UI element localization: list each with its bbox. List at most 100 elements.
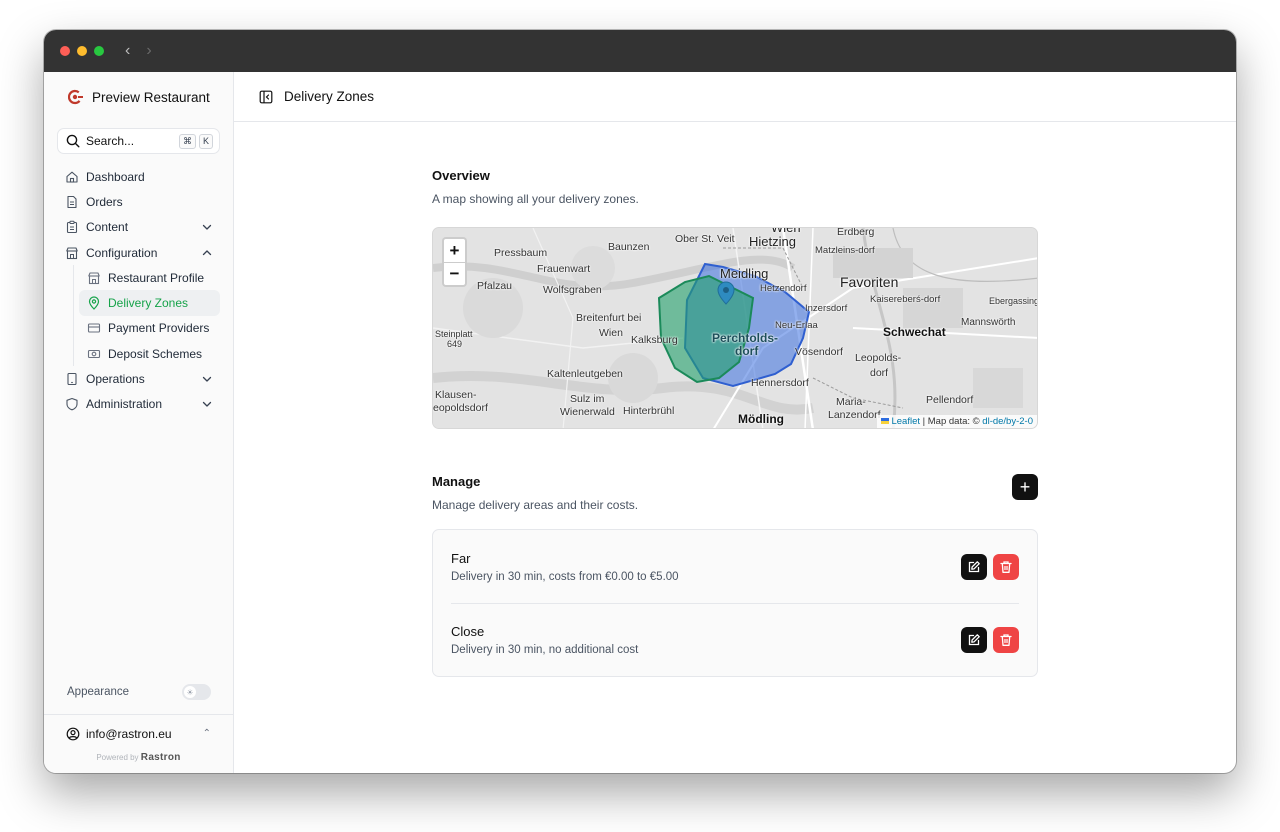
- map-pin-icon: [88, 296, 100, 310]
- sidebar-item-content[interactable]: Content: [57, 215, 220, 240]
- account-menu[interactable]: info@rastron.eu ⌃: [44, 714, 233, 752]
- map-label: 649: [447, 339, 463, 349]
- sidebar-toggle-icon[interactable]: [259, 90, 273, 104]
- close-window-button[interactable]: [60, 46, 70, 56]
- chevron-up-icon: [202, 249, 212, 255]
- store-icon: [66, 246, 78, 259]
- page-title: Delivery Zones: [284, 89, 375, 104]
- sidebar-footer: Appearance ☀ info@rastron.eu ⌃ Powered b…: [44, 678, 233, 773]
- map-label: Pfalzau: [477, 280, 513, 292]
- sidebar-item-operations[interactable]: Operations: [57, 366, 220, 391]
- forward-arrow-icon[interactable]: ›: [146, 43, 151, 59]
- restaurant-logo-icon: [68, 89, 83, 105]
- map-label: Meidling: [720, 266, 769, 281]
- home-icon: [66, 171, 78, 183]
- sidebar-item-orders[interactable]: Orders: [57, 189, 220, 214]
- zones-list: Far Delivery in 30 min, costs from €0.00…: [432, 529, 1038, 677]
- map-label: Vösendorf: [795, 346, 843, 358]
- map-label: Erdberg: [837, 227, 875, 238]
- list-item: Far Delivery in 30 min, costs from €0.00…: [451, 530, 1019, 603]
- file-icon: [67, 195, 77, 208]
- banknote-icon: [87, 349, 101, 358]
- sun-icon: ☀: [184, 686, 196, 698]
- sidebar-item-delivery-zones[interactable]: Delivery Zones: [79, 290, 220, 316]
- delete-zone-button[interactable]: [993, 627, 1019, 653]
- delivery-zones-map[interactable]: Wien Ober St. Veit Hietzing Erdberg Pres…: [432, 227, 1038, 429]
- account-email: info@rastron.eu: [86, 726, 172, 741]
- map-label: Mödling: [738, 412, 784, 426]
- map-label: Pressbaum: [494, 247, 548, 259]
- map-label: Ober St. Veit: [675, 233, 735, 245]
- attribution-text: | Map data: ©: [922, 416, 980, 427]
- map-label: Favoriten: [840, 274, 899, 290]
- zoom-in-button[interactable]: +: [444, 239, 465, 262]
- sidebar: Preview Restaurant Search... ⌘ K Dashboa…: [44, 72, 234, 773]
- trash-icon: [1000, 560, 1012, 573]
- sidebar-item-label: Restaurant Profile: [108, 270, 205, 285]
- add-zone-button[interactable]: +: [1012, 474, 1038, 500]
- overview-description: A map showing all your delivery zones.: [432, 192, 639, 206]
- tablet-icon: [67, 372, 77, 386]
- map-label: Mannswörth: [961, 317, 1016, 328]
- edit-icon: [968, 634, 980, 646]
- map-label: Kaltenleutgeben: [547, 368, 623, 380]
- map-label: Wienerwald: [560, 406, 615, 418]
- edit-zone-button[interactable]: [961, 553, 987, 580]
- brand-name: Preview Restaurant: [92, 89, 210, 105]
- map-label: Neu-Erlaa: [775, 320, 818, 331]
- map-label: Matzleins-dorf: [815, 245, 875, 256]
- map-label: Hennersdorf: [751, 377, 809, 389]
- map-label: Pellendorf: [926, 394, 974, 406]
- zone-name: Close: [451, 624, 485, 639]
- search-shortcut: ⌘ K: [178, 133, 213, 149]
- sidebar-item-label: Delivery Zones: [108, 296, 189, 311]
- manage-description: Manage delivery areas and their costs.: [432, 498, 639, 512]
- map-label: Hietzing: [749, 234, 796, 249]
- user-circle-icon: [66, 727, 80, 740]
- appearance-toggle[interactable]: ☀: [182, 684, 211, 700]
- back-arrow-icon[interactable]: ‹: [125, 43, 130, 59]
- map-zoom-control: + −: [442, 237, 467, 287]
- sidebar-item-administration[interactable]: Administration: [57, 392, 220, 417]
- window-titlebar: ‹ ›: [44, 30, 1236, 72]
- leaflet-link[interactable]: Leaflet: [891, 416, 920, 427]
- license-link[interactable]: dl-de/by-2-0: [982, 416, 1033, 427]
- browser-window: ‹ › Preview Restaurant Search... ⌘ K Das…: [44, 30, 1236, 773]
- map-label: Lanzendorf: [828, 409, 881, 421]
- search-input[interactable]: Search... ⌘ K: [57, 128, 220, 154]
- powered-by-text: Powered by: [96, 753, 139, 762]
- map-label: Inzersdorf: [805, 303, 848, 314]
- powered-by: Powered by Rastron: [44, 752, 233, 773]
- sidebar-item-dashboard[interactable]: Dashboard: [57, 164, 220, 189]
- map-label: Leopolds-: [855, 352, 902, 364]
- sidebar-menu: Dashboard Orders Content Configuration R…: [44, 164, 233, 417]
- zoom-out-button[interactable]: −: [444, 262, 465, 285]
- edit-zone-button[interactable]: [961, 627, 987, 653]
- sidebar-item-configuration[interactable]: Configuration: [57, 240, 220, 265]
- configuration-submenu: Restaurant Profile Delivery Zones Paymen…: [73, 265, 220, 367]
- chevron-down-icon: [202, 402, 212, 407]
- search-label: Search...: [86, 134, 135, 148]
- sidebar-item-restaurant-profile[interactable]: Restaurant Profile: [79, 265, 220, 290]
- search-icon: [66, 134, 80, 148]
- sidebar-item-label: Orders: [86, 194, 123, 209]
- ukraine-flag-icon: [880, 418, 889, 425]
- shield-icon: [66, 398, 78, 411]
- map-label: Breitenfurt bei: [576, 312, 642, 324]
- maximize-window-button[interactable]: [94, 46, 104, 56]
- sidebar-item-payment-providers[interactable]: Payment Providers: [79, 316, 220, 341]
- sidebar-item-label: Dashboard: [86, 169, 145, 184]
- minimize-window-button[interactable]: [77, 46, 87, 56]
- zone-description: Delivery in 30 min, costs from €0.00 to …: [451, 570, 679, 583]
- map-label: Kalksburg: [631, 334, 678, 346]
- map-attribution: Leaflet | Map data: © dl-de/by-2-0: [876, 415, 1037, 428]
- sidebar-item-label: Payment Providers: [108, 321, 210, 336]
- sidebar-item-label: Content: [86, 220, 129, 235]
- map-label: Sulz im: [570, 393, 605, 405]
- brand[interactable]: Preview Restaurant: [44, 72, 233, 122]
- map-label: Wolfsgraben: [543, 284, 602, 296]
- delete-zone-button[interactable]: [993, 553, 1019, 580]
- sidebar-item-deposit-schemes[interactable]: Deposit Schemes: [79, 341, 220, 366]
- chevron-down-icon: [202, 225, 212, 230]
- map-label: Perchtolds-: [712, 331, 779, 345]
